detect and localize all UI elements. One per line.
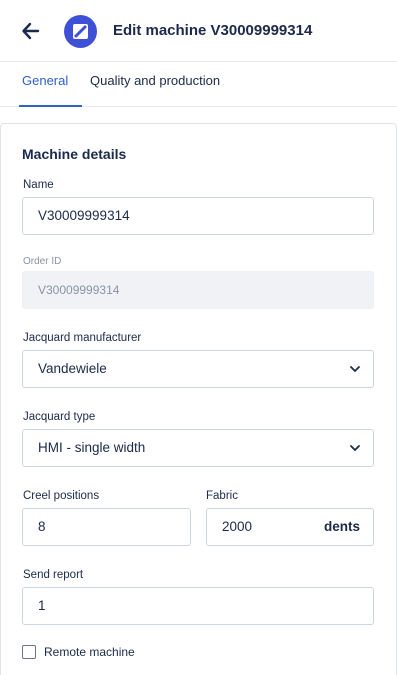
fabric-unit: dents: [323, 519, 360, 534]
tab-general[interactable]: General: [19, 62, 82, 107]
remote-machine-label[interactable]: Remote machine: [44, 645, 135, 659]
chevron-down-icon: [350, 366, 360, 372]
section-title: Machine details: [22, 146, 127, 162]
tab-bar: General Quality and production: [0, 62, 397, 107]
creel-positions-label: Creel positions: [23, 490, 100, 502]
order-id-label: Order ID: [23, 256, 62, 267]
send-report-label: Send report: [23, 569, 84, 581]
fabric-input[interactable]: 2000 dents: [206, 508, 374, 546]
back-button[interactable]: [20, 20, 42, 42]
app-logo: [64, 15, 97, 48]
arrow-left-icon: [22, 22, 40, 40]
name-input[interactable]: V30009999314: [22, 197, 374, 235]
tab-quality-and-production[interactable]: Quality and production: [90, 62, 220, 107]
creel-positions-input[interactable]: 8: [22, 508, 191, 546]
page-header: Edit machine V30009999314: [0, 0, 397, 62]
jacquard-type-select[interactable]: HMI - single width: [22, 429, 374, 467]
chevron-down-icon: [350, 445, 360, 451]
jacquard-manufacturer-label: Jacquard manufacturer: [23, 332, 142, 344]
jacquard-manufacturer-value: Vandewiele: [38, 361, 107, 376]
order-id-input: V30009999314: [22, 271, 374, 309]
remote-machine-checkbox[interactable]: [22, 645, 36, 659]
fabric-value: 2000: [222, 519, 253, 534]
page-title: Edit machine V30009999314: [113, 22, 313, 39]
jacquard-manufacturer-select[interactable]: Vandewiele: [22, 350, 374, 388]
edit-pencil-icon: [73, 24, 88, 39]
name-label: Name: [23, 179, 54, 191]
jacquard-type-label: Jacquard type: [23, 411, 96, 423]
jacquard-type-value: HMI - single width: [38, 440, 146, 455]
send-report-input[interactable]: 1: [22, 587, 374, 625]
fabric-label: Fabric: [206, 490, 238, 502]
